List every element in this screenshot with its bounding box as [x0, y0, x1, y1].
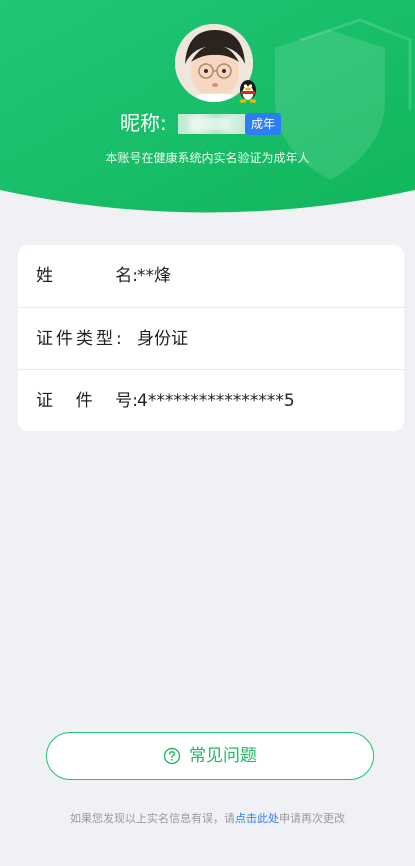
verification-status-text: 本账号在健康系统内实名验证为成年人	[105, 151, 310, 165]
name-label: 姓 名:	[36, 266, 138, 286]
avatar[interactable]	[175, 24, 257, 103]
id-type-label: 证件类型:	[36, 329, 125, 349]
footer-prefix: 如果您发现以上实名信息有误，请	[70, 812, 235, 825]
nickname-row: 昵称: 成年	[0, 108, 415, 138]
question-circle-icon	[163, 747, 181, 765]
name-value: **烽	[137, 266, 171, 286]
id-number-value: 4****************5	[137, 391, 295, 411]
id-number-row: 证 件 号: 4****************5	[18, 369, 404, 432]
name-row: 姓 名: **烽	[18, 245, 404, 307]
identity-info-card: 姓 名: **烽 证件类型: 身份证 证 件 号: 4*************…	[18, 245, 404, 431]
id-type-value: 身份证	[137, 329, 188, 349]
click-here-link[interactable]: 点击此处	[235, 812, 279, 825]
footer-suffix: 申请再次更改	[279, 812, 345, 825]
adult-badge: 成年	[245, 113, 281, 135]
profile-header: 昵称: 成年 本账号在健康系统内实名验证为成年人	[0, 0, 415, 220]
nickname-value-blurred	[178, 114, 246, 134]
nickname-label: 昵称:	[120, 111, 167, 135]
id-type-row: 证件类型: 身份证	[18, 307, 404, 370]
faq-button[interactable]: 常见问题	[46, 732, 374, 780]
footer-note: 如果您发现以上实名信息有误，请点击此处申请再次更改	[0, 811, 415, 827]
id-number-label: 证 件 号:	[36, 391, 138, 411]
faq-label: 常见问题	[189, 746, 257, 766]
qq-penguin-icon	[239, 80, 257, 103]
faq-button-content: 常见问题	[47, 733, 373, 779]
